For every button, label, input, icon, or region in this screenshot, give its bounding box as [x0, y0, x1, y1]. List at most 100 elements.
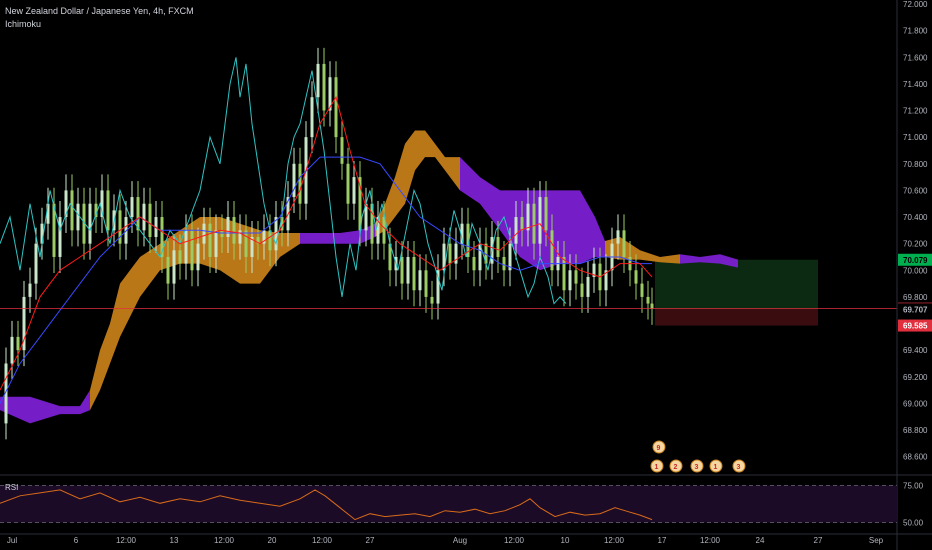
rsi-label[interactable]: RSI [5, 483, 18, 492]
candle-body [208, 223, 212, 257]
candle-body [226, 217, 230, 237]
candle-body [448, 243, 452, 264]
time-tick-label: 27 [814, 536, 823, 545]
price-tick-label: 68.600 [903, 453, 928, 462]
candle-body [214, 230, 218, 257]
price-tick-label: 71.600 [903, 53, 928, 62]
candle-body [76, 203, 80, 231]
candle-body [634, 270, 638, 284]
candle-body [16, 336, 20, 351]
candle-body [538, 197, 542, 244]
candle-body [520, 217, 524, 231]
price-tick-label: 70.400 [903, 213, 928, 222]
candle-body [650, 303, 654, 309]
candle-body [526, 203, 530, 231]
time-tick-label: 27 [366, 536, 375, 545]
candle-body [346, 163, 350, 204]
price-tick-label: 69.000 [903, 399, 928, 408]
candle-body [430, 296, 434, 304]
rsi-band [0, 485, 897, 523]
rsi-tick-label: 75.00 [903, 481, 924, 490]
time-tick-label: 6 [74, 536, 79, 545]
time-tick-label: 24 [756, 536, 765, 545]
candle-body [148, 203, 152, 237]
candle-body [172, 250, 176, 284]
candle-body [580, 283, 584, 297]
candle-body [544, 197, 548, 231]
candle-body [622, 230, 626, 257]
news-marker-count: 3 [737, 464, 741, 471]
candle-body [58, 217, 62, 257]
last_price-label: 69.707 [903, 305, 928, 314]
candle-body [352, 177, 356, 204]
candle-body [502, 256, 506, 271]
candle-body [310, 97, 314, 138]
price-tick-label: 69.400 [903, 346, 928, 355]
candle-body [532, 203, 536, 244]
news-marker-count: 3 [695, 464, 699, 471]
candle-body [178, 250, 182, 264]
rsi-tick-label: 50.00 [903, 519, 924, 528]
candle-body [166, 256, 170, 284]
candle-body [640, 283, 644, 297]
news-marker-count: 1 [655, 464, 659, 471]
candle-body [10, 336, 14, 364]
symbol-title: New Zealand Dollar / Japanese Yen, 4h, F… [5, 6, 194, 16]
price-tick-label: 70.800 [903, 160, 928, 169]
candle-body [424, 270, 428, 297]
candle-body [196, 243, 200, 271]
candle-body [232, 217, 236, 244]
candle-body [340, 137, 344, 164]
time-tick-label: 12:00 [700, 536, 721, 545]
candle-body [28, 283, 32, 297]
time-tick-label: 12:00 [604, 536, 625, 545]
candle-body [574, 270, 578, 284]
candle-body [412, 256, 416, 291]
time-tick-label: 12:00 [504, 536, 525, 545]
candle-body [472, 256, 476, 271]
candle-body [646, 296, 650, 304]
price-tick-label: 71.400 [903, 80, 928, 89]
time-tick-label: 12:00 [312, 536, 333, 545]
candle-body [34, 243, 38, 284]
price-tick-label: 70.000 [903, 266, 928, 275]
price-tick-label: 70.600 [903, 186, 928, 195]
candle-body [418, 270, 422, 291]
price-tick-label: 69.800 [903, 293, 928, 302]
candle-body [586, 276, 590, 297]
time-tick-label: Aug [453, 536, 467, 545]
candle-body [316, 63, 320, 98]
time-tick-label: Sep [869, 536, 884, 545]
candle-body [562, 256, 566, 291]
news-marker-count: 2 [674, 464, 678, 471]
stop_level-label: 69.585 [903, 322, 928, 331]
indicator-label[interactable]: Ichimoku [5, 19, 41, 29]
candle-body [568, 270, 572, 291]
time-tick-label: 12:00 [214, 536, 235, 545]
candle-body [406, 256, 410, 284]
news-marker-count: 9 [657, 445, 661, 452]
candle-body [220, 230, 224, 237]
candle-body [298, 163, 302, 204]
time-tick-label: 13 [170, 536, 179, 545]
candle-body [496, 237, 500, 257]
price-tick-label: 71.800 [903, 27, 928, 36]
time-tick-label: 20 [268, 536, 277, 545]
candle-body [70, 190, 74, 231]
price-tick-label: 70.200 [903, 240, 928, 249]
candle-body [322, 63, 326, 111]
stop-zone [655, 308, 818, 326]
candle-body [106, 190, 110, 231]
time-tick-label: 17 [658, 536, 667, 545]
price-tick-label: 68.800 [903, 426, 928, 435]
candle-body [514, 217, 518, 244]
chart-canvas[interactable]: 72.000 71.800 71.600 71.400 71.200 71.000 70.8… [0, 0, 932, 550]
candle-body [238, 230, 242, 244]
price-tick-label: 71.200 [903, 107, 928, 116]
candle-body [184, 230, 188, 264]
price-tick-label: 69.200 [903, 373, 928, 382]
candle-body [334, 77, 338, 138]
candle-body [202, 223, 206, 244]
candle-body [88, 203, 92, 244]
candle-body [130, 197, 134, 218]
